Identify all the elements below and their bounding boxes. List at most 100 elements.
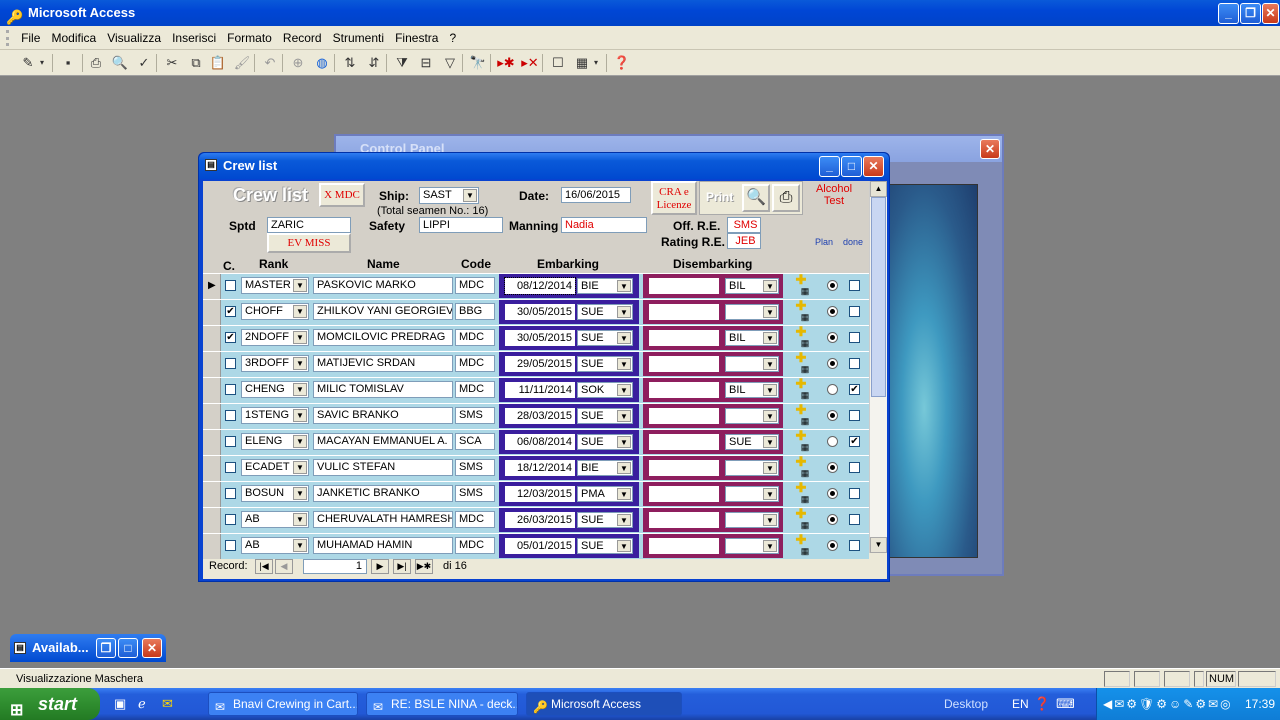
chevron-down-icon[interactable]: ▼ [617, 306, 631, 318]
plan-radio[interactable] [827, 280, 838, 291]
emb-port-select[interactable]: SOK ▼ [577, 382, 633, 398]
record-selector[interactable]: ▶ [203, 274, 221, 299]
crew-check[interactable] [225, 462, 236, 473]
menu-formato[interactable]: Formato [223, 26, 276, 50]
copy-icon[interactable]: ⧉ [186, 53, 206, 73]
rank-select[interactable]: AB ▼ [241, 537, 309, 554]
format-painter-icon[interactable]: 🖌 [232, 53, 252, 73]
done-check[interactable] [849, 358, 860, 369]
emb-port-select[interactable]: PMA ▼ [577, 486, 633, 502]
new-record-nav-icon[interactable]: ▶✱ [415, 559, 433, 574]
record-selector[interactable] [203, 300, 221, 325]
dis-port-select[interactable]: ▼ [725, 408, 779, 424]
add-calendar-button[interactable]: ✚ ▦ [789, 533, 813, 558]
record-selector[interactable] [203, 456, 221, 481]
name-field[interactable]: MATIJEVIC SRDAN [313, 355, 453, 372]
emb-port-select[interactable]: SUE ▼ [577, 330, 633, 346]
crew-check[interactable] [225, 488, 236, 499]
rank-select[interactable]: CHOFF ▼ [241, 303, 309, 320]
filter-by-selection-icon[interactable]: ⧩ [392, 53, 412, 73]
chevron-down-icon[interactable]: ▼ [763, 540, 777, 552]
desktop-toolbar-label[interactable]: Desktop [944, 697, 988, 711]
code-field[interactable]: MDC [455, 277, 495, 294]
dis-port-select[interactable]: BIL ▼ [725, 330, 779, 346]
add-calendar-button[interactable]: ✚ ▦ [789, 325, 813, 350]
crew-close-button[interactable]: ✕ [863, 156, 884, 177]
done-check[interactable] [849, 306, 860, 317]
ie-icon[interactable]: ℯ [138, 696, 146, 712]
sort-ascending-icon[interactable]: ⇅ [340, 53, 360, 73]
properties-icon[interactable]: ☐ [548, 53, 568, 73]
rating-re-field[interactable]: JEB [727, 233, 761, 249]
plan-radio[interactable] [827, 384, 838, 395]
chevron-down-icon[interactable]: ▼ [617, 540, 631, 552]
scroll-up-icon[interactable]: ▲ [870, 181, 887, 197]
name-field[interactable]: VULIC STEFAN [313, 459, 453, 476]
rank-select[interactable]: 1STENG ▼ [241, 407, 309, 424]
name-field[interactable]: MACAYAN EMMANUEL A. [313, 433, 453, 450]
safety-field[interactable]: LIPPI [419, 217, 503, 233]
record-selector[interactable] [203, 508, 221, 533]
design-view-icon[interactable]: ✎ [18, 53, 38, 73]
save-icon[interactable]: ▪ [58, 53, 78, 73]
chevron-down-icon[interactable]: ▼ [617, 358, 631, 370]
dis-date-field[interactable] [649, 356, 719, 372]
menu-visualizza[interactable]: Visualizza [103, 26, 165, 50]
chevron-down-icon[interactable]: ▼ [763, 436, 777, 448]
chevron-down-icon[interactable]: ▼ [293, 305, 307, 318]
dis-date-field[interactable] [649, 330, 719, 346]
paste-icon[interactable]: 📋 [208, 53, 228, 73]
emb-port-select[interactable]: BIE ▼ [577, 278, 633, 294]
rank-select[interactable]: AB ▼ [241, 511, 309, 528]
chevron-down-icon[interactable]: ▼ [293, 435, 307, 448]
emb-port-select[interactable]: SUE ▼ [577, 356, 633, 372]
emb-date-field[interactable]: 30/05/2015 [505, 304, 575, 320]
chevron-down-icon[interactable]: ▼ [293, 331, 307, 344]
menu-modifica[interactable]: Modifica [47, 26, 100, 50]
done-check[interactable] [849, 540, 860, 551]
name-field[interactable]: MILIC TOMISLAV [313, 381, 453, 398]
control-panel-close-button[interactable]: ✕ [980, 139, 1000, 159]
sort-descending-icon[interactable]: ⇵ [364, 53, 384, 73]
taskbar-item-bnavi[interactable]: ✉ Bnavi Crewing in Cart... [208, 692, 358, 716]
restore-button[interactable]: ❐ [1240, 3, 1261, 24]
rank-select[interactable]: 3RDOFF ▼ [241, 355, 309, 372]
chevron-down-icon[interactable]: ▼ [617, 514, 631, 526]
emb-date-field[interactable]: 30/05/2015 [505, 330, 575, 346]
code-field[interactable]: BBG [455, 303, 495, 320]
chevron-down-icon[interactable]: ▼ [293, 487, 307, 500]
name-field[interactable]: JANKETIC BRANKO [313, 485, 453, 502]
chevron-down-icon[interactable]: ▼ [763, 358, 777, 370]
crew-check[interactable] [225, 514, 236, 525]
dis-date-field[interactable] [649, 304, 719, 320]
record-selector[interactable] [203, 430, 221, 455]
chevron-down-icon[interactable]: ▼ [763, 332, 777, 344]
emb-port-select[interactable]: SUE ▼ [577, 434, 633, 450]
dis-port-select[interactable]: BIL ▼ [725, 278, 779, 294]
done-check[interactable] [849, 514, 860, 525]
name-field[interactable]: MOMCILOVIC PREDRAG [313, 329, 453, 346]
minimize-button[interactable]: _ [1218, 3, 1239, 24]
next-record-icon[interactable]: ▶ [371, 559, 389, 574]
done-check[interactable] [849, 410, 860, 421]
menu-help[interactable]: ? [446, 26, 461, 50]
close-button[interactable]: ✕ [1262, 3, 1279, 24]
print-preview-icon[interactable]: 🔍 [110, 53, 130, 73]
emb-date-field[interactable]: 05/01/2015 [505, 538, 575, 554]
name-field[interactable]: PASKOVIC MARKO [313, 277, 453, 294]
emb-date-field[interactable]: 28/03/2015 [505, 408, 575, 424]
menu-file[interactable]: File [17, 26, 44, 50]
crew-row[interactable]: AB ▼ MUHAMAD HAMIN MDC 05/01/2015 SUE ▼ ▼ ✚ ▦ [203, 533, 869, 559]
done-check[interactable] [849, 488, 860, 499]
name-field[interactable]: MUHAMAD HAMIN [313, 537, 453, 554]
sptd-field[interactable]: ZARIC [267, 217, 351, 233]
chevron-down-icon[interactable]: ▼ [293, 513, 307, 526]
dis-port-select[interactable]: ▼ [725, 538, 779, 554]
taskbar-item-access[interactable]: 🔑 Microsoft Access [526, 692, 682, 716]
start-button[interactable]: ⊞ start [0, 688, 100, 720]
prev-record-icon[interactable]: ◀ [275, 559, 293, 574]
menu-strumenti[interactable]: Strumenti [329, 26, 388, 50]
plan-radio[interactable] [827, 514, 838, 525]
help-tray-icon[interactable]: ❓ [1034, 696, 1050, 712]
input-tray-icon[interactable]: ⌨ [1056, 696, 1075, 712]
